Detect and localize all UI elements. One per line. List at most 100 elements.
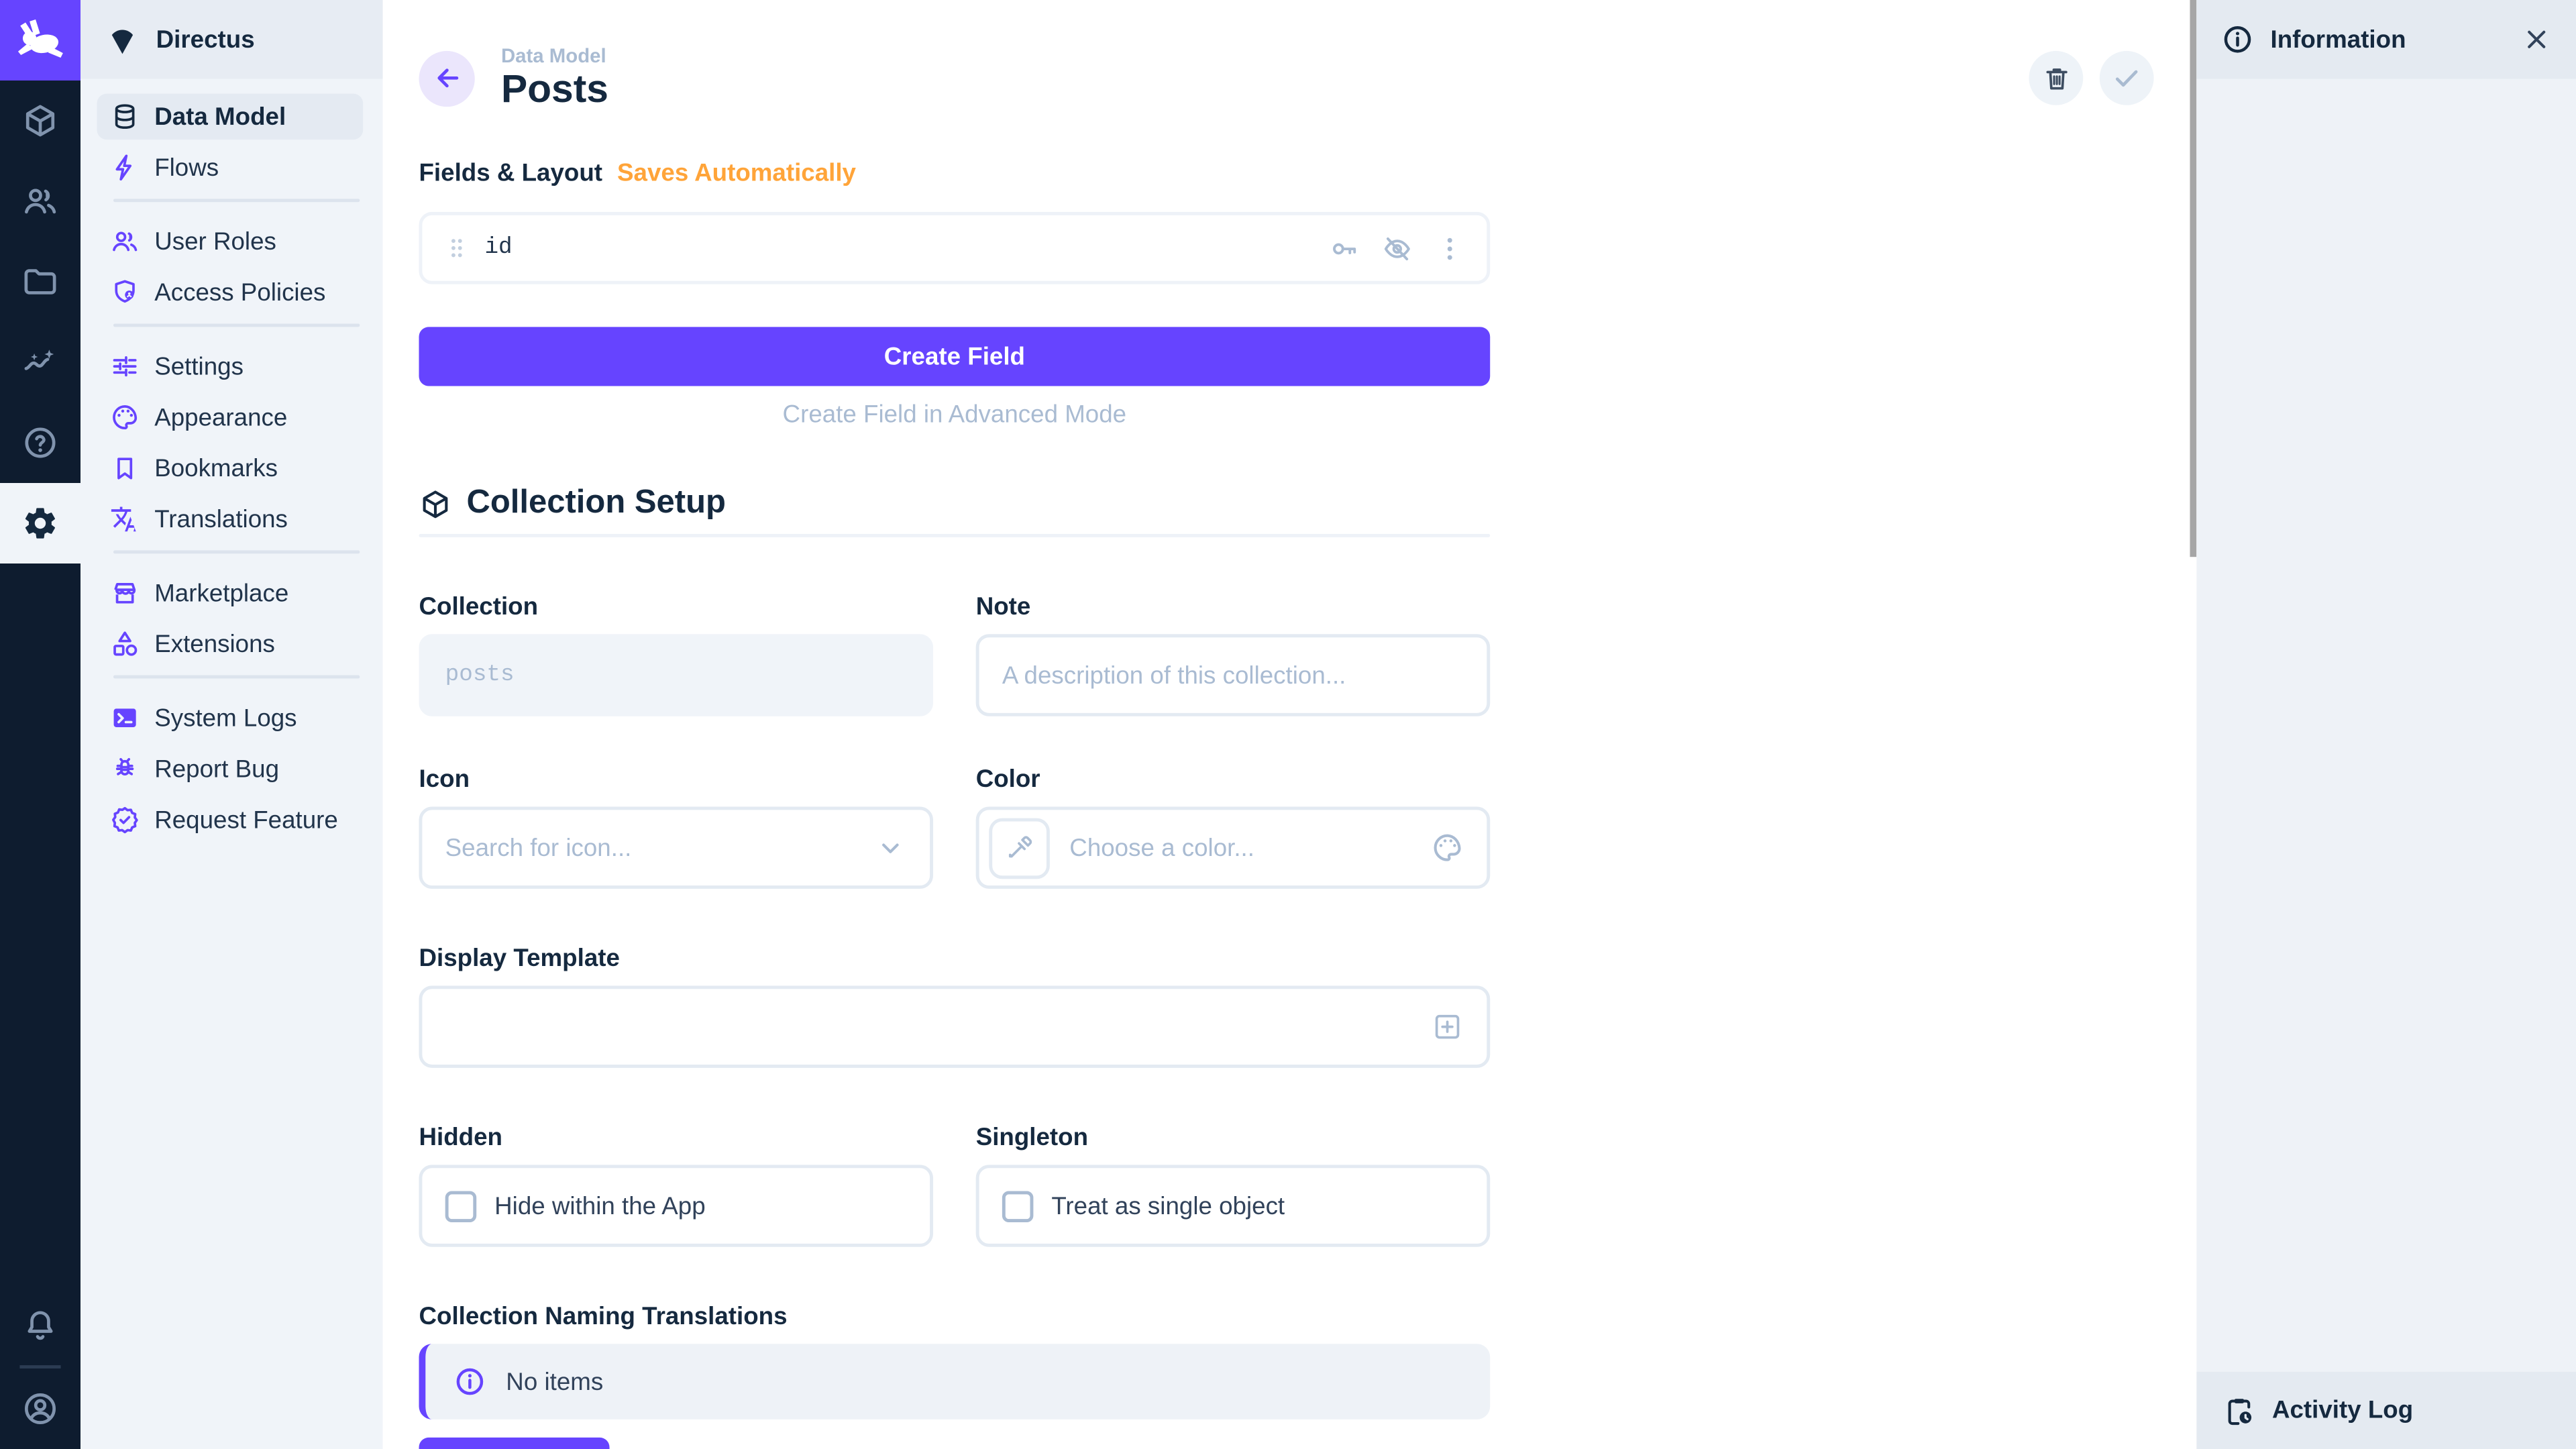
- nav-item-settings[interactable]: Settings: [97, 343, 363, 390]
- close-icon[interactable]: [2522, 25, 2551, 54]
- plus-box-icon[interactable]: [1431, 1011, 1464, 1044]
- drag-handle-icon[interactable]: [443, 235, 470, 262]
- fields-layout-label: Fields & Layout: [419, 160, 602, 189]
- nav-item-access-policies[interactable]: Access Policies: [97, 270, 363, 316]
- icon-search-input[interactable]: [445, 835, 861, 863]
- cube-icon: [21, 102, 59, 140]
- collection-setup-title: Collection Setup: [467, 485, 726, 523]
- directus-rabbit-logo: [14, 14, 66, 66]
- activity-log-title: Activity Log: [2272, 1397, 2413, 1425]
- palette-icon[interactable]: [1431, 832, 1464, 865]
- back-button[interactable]: [419, 50, 474, 106]
- eye-off-icon[interactable]: [1382, 233, 1413, 264]
- field-name: id: [484, 235, 512, 262]
- settings-nav-sidebar: Directus Data Model: [80, 0, 383, 1449]
- collection-field-group: Collection: [419, 594, 933, 717]
- nav-divider: [113, 323, 360, 327]
- icon-select[interactable]: [419, 807, 933, 889]
- color-field-group: Color: [976, 766, 1491, 890]
- icon-field-group: Icon: [419, 766, 933, 890]
- breadcrumb: Data Model: [501, 44, 608, 67]
- note-field-group: Note: [976, 594, 1491, 717]
- activity-log-section[interactable]: Activity Log: [2196, 1372, 2576, 1449]
- nav-item-user-roles[interactable]: User Roles: [97, 219, 363, 265]
- hidden-field-group: Hidden Hide within the App: [419, 1124, 933, 1248]
- hidden-label: Hidden: [419, 1124, 933, 1152]
- save-button[interactable]: [2100, 51, 2154, 105]
- badge-check-icon: [110, 805, 140, 835]
- nav-item-label: Marketplace: [154, 579, 288, 607]
- singleton-field-group: Singleton Treat as single object: [976, 1124, 1491, 1248]
- nav-item-label: User Roles: [154, 227, 276, 256]
- nav-item-label: Appearance: [154, 403, 287, 431]
- create-field-button[interactable]: Create Field: [419, 327, 1490, 386]
- nav-item-label: Access Policies: [154, 278, 325, 307]
- shield-user-icon: [110, 278, 140, 307]
- account-button[interactable]: [0, 1368, 80, 1449]
- create-field-advanced-link[interactable]: Create Field in Advanced Mode: [419, 402, 1490, 430]
- bolt-icon: [110, 153, 140, 182]
- nav-item-label: Settings: [154, 352, 244, 380]
- account-circle-icon: [21, 1390, 59, 1428]
- project-header[interactable]: Directus: [80, 0, 383, 79]
- directus-logo-button[interactable]: [0, 0, 80, 80]
- nav-item-extensions[interactable]: Extensions: [97, 621, 363, 667]
- folder-icon: [21, 263, 59, 301]
- module-insights-button[interactable]: [0, 322, 80, 402]
- color-swatch-button[interactable]: [989, 818, 1050, 879]
- color-input[interactable]: [1069, 835, 1417, 863]
- fields-layout-header: Fields & Layout Saves Automatically: [419, 160, 1490, 189]
- tune-icon: [110, 352, 140, 381]
- nav-item-report-bug[interactable]: Report Bug: [97, 746, 363, 792]
- note-input-wrap: [976, 635, 1491, 716]
- translations-group: Collection Naming Translations No items …: [419, 1303, 1490, 1449]
- create-new-button[interactable]: Create New: [419, 1438, 609, 1449]
- info-sidebar: Information Activity Log: [2196, 0, 2576, 1449]
- singleton-checkbox[interactable]: Treat as single object: [976, 1165, 1491, 1247]
- module-settings-button[interactable]: [0, 483, 80, 564]
- nav-item-system-logs[interactable]: System Logs: [97, 695, 363, 741]
- delete-collection-button[interactable]: [2029, 51, 2083, 105]
- page-content: Fields & Layout Saves Automatically id: [419, 160, 1490, 1449]
- no-items-notice: No items: [419, 1344, 1490, 1420]
- nav-item-appearance[interactable]: Appearance: [97, 394, 363, 441]
- trash-icon: [2041, 64, 2071, 93]
- main-scrollbar[interactable]: [2190, 0, 2196, 557]
- check-icon: [2111, 63, 2143, 95]
- nav-item-data-model[interactable]: Data Model: [97, 94, 363, 140]
- hidden-checkbox[interactable]: Hide within the App: [419, 1165, 933, 1247]
- nav-item-marketplace[interactable]: Marketplace: [97, 570, 363, 616]
- chevron-down-icon[interactable]: [874, 832, 907, 865]
- display-template-input[interactable]: [445, 1014, 1418, 1042]
- display-template-group: Display Template: [419, 945, 1490, 1069]
- singleton-label: Singleton: [976, 1124, 1491, 1152]
- checkbox-icon[interactable]: [1002, 1191, 1034, 1222]
- checkbox-icon[interactable]: [445, 1191, 477, 1222]
- main-header: Data Model Posts: [383, 0, 2197, 112]
- field-row-id: id: [419, 213, 1490, 285]
- nav-item-translations[interactable]: Translations: [97, 496, 363, 543]
- collection-label: Collection: [419, 594, 933, 622]
- note-input[interactable]: [1002, 662, 1464, 690]
- info-icon: [453, 1366, 486, 1399]
- module-content-button[interactable]: [0, 80, 80, 161]
- nav-item-request-feature[interactable]: Request Feature: [97, 797, 363, 843]
- title-block: Data Model Posts: [501, 44, 608, 112]
- user-roles-icon: [110, 227, 140, 256]
- module-help-button[interactable]: [0, 402, 80, 483]
- information-section-header[interactable]: Information: [2196, 0, 2576, 79]
- nav-item-label: Flows: [154, 154, 219, 182]
- more-vert-icon[interactable]: [1434, 233, 1466, 264]
- section-divider: [419, 535, 1490, 538]
- collection-input-wrap: [419, 635, 933, 716]
- nav-item-label: Request Feature: [154, 806, 338, 834]
- module-users-button[interactable]: [0, 161, 80, 241]
- nav-item-bookmarks[interactable]: Bookmarks: [97, 445, 363, 492]
- bookmark-icon: [110, 453, 140, 483]
- translations-row: Collection Naming Translations No items …: [419, 1303, 1490, 1449]
- notifications-button[interactable]: [0, 1285, 80, 1365]
- clipboard-clock-icon: [2222, 1394, 2255, 1427]
- module-files-button[interactable]: [0, 241, 80, 322]
- nav-item-flows[interactable]: Flows: [97, 145, 363, 191]
- no-items-text: No items: [506, 1368, 603, 1397]
